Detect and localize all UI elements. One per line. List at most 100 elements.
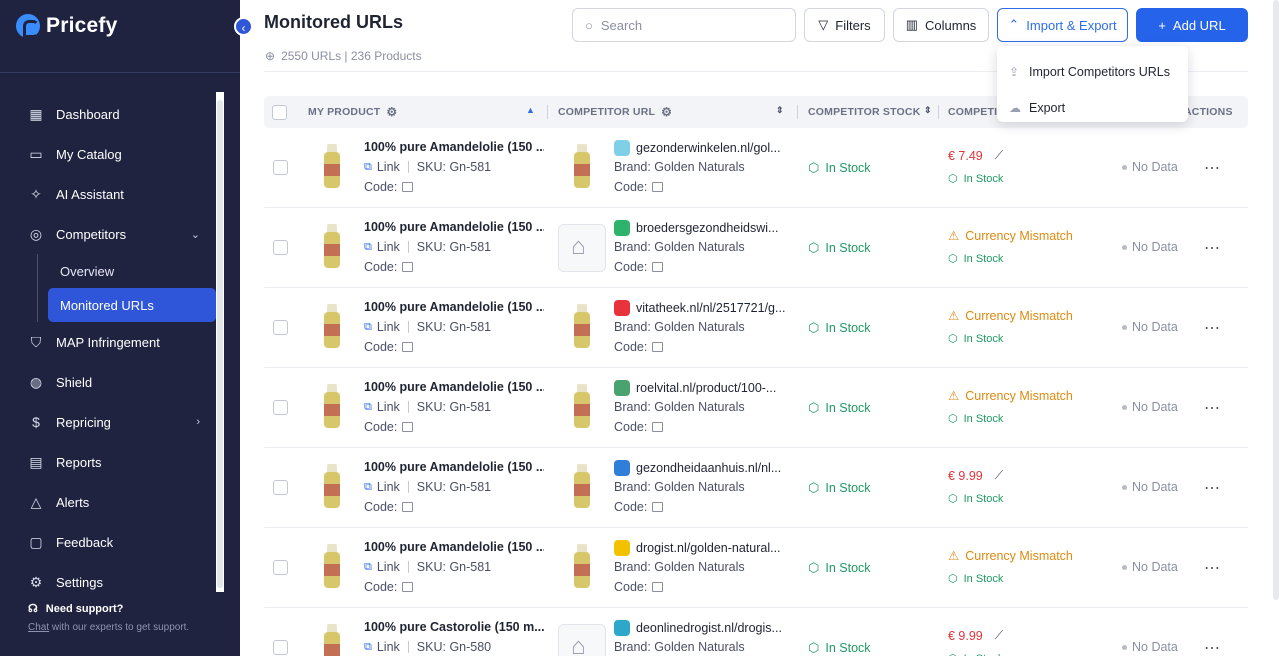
product-name[interactable]: 100% pure Amandelolie (150 ... — [364, 300, 544, 314]
sidebar-item-repricing[interactable]: $ Repricing › — [20, 402, 216, 442]
product-name[interactable]: 100% pure Amandelolie (150 ... — [364, 460, 544, 474]
product-name[interactable]: 100% pure Amandelolie (150 ... — [364, 220, 544, 234]
row-actions-menu-icon[interactable]: ⋯ — [1204, 238, 1221, 258]
competitor-url-text[interactable]: broedersgezondheidswi... — [636, 221, 778, 235]
external-link-icon[interactable]: ⧉ — [364, 481, 372, 494]
row-checkbox[interactable] — [273, 640, 288, 655]
menu-item-export[interactable]: ☁ Export — [997, 90, 1188, 126]
product-code: Code: — [364, 340, 414, 354]
row-checkbox[interactable] — [273, 320, 288, 335]
row-checkbox[interactable] — [273, 240, 288, 255]
sort-icon[interactable]: ⇕ — [776, 105, 784, 116]
external-link-icon[interactable]: ⧉ — [364, 641, 372, 654]
row-actions-menu-icon[interactable]: ⋯ — [1204, 638, 1221, 656]
settings-icon[interactable]: ⚙ — [386, 105, 397, 119]
competitor-url-text[interactable]: vitatheek.nl/nl/2517721/g... — [636, 301, 785, 315]
sidebar-scrollbar-thumb[interactable] — [217, 100, 223, 588]
row-actions-menu-icon[interactable]: ⋯ — [1204, 318, 1221, 338]
external-link-icon[interactable]: ⧉ — [364, 401, 372, 414]
menu-item-import-competitors-urls[interactable]: ⇪ Import Competitors URLs — [997, 54, 1188, 90]
competitor-url[interactable]: gezonderwinkelen.nl/gol... — [614, 140, 781, 156]
product-name[interactable]: 100% pure Amandelolie (150 ... — [364, 140, 544, 154]
sparkle-icon: ✧ — [30, 186, 42, 202]
external-link-icon[interactable]: ⧉ — [364, 161, 372, 174]
row-checkbox[interactable] — [273, 160, 288, 175]
product-name[interactable]: 100% pure Amandelolie (150 ... — [364, 380, 544, 394]
th-competitor-stock[interactable]: COMPETITOR STOCK — [808, 96, 921, 128]
sort-icon[interactable]: ⇕ — [924, 105, 932, 116]
sidebar-item-feedback[interactable]: ▢ Feedback — [20, 522, 216, 562]
sidebar-subitem-monitored-urls[interactable]: Monitored URLs — [48, 288, 216, 322]
box-icon: ⬡ — [948, 652, 958, 656]
select-all-checkbox[interactable] — [272, 104, 287, 120]
chat-link[interactable]: Chat — [28, 622, 49, 633]
bottle-cap — [327, 224, 337, 232]
product-name[interactable]: 100% pure Castorolie (150 m... — [364, 620, 544, 634]
product-link[interactable]: Link — [377, 480, 400, 494]
sidebar-item-shield[interactable]: ◍ Shield — [20, 362, 216, 402]
settings-icon[interactable]: ⚙ — [661, 105, 672, 119]
competitor-url[interactable]: vitatheek.nl/nl/2517721/g... — [614, 300, 785, 316]
product-link[interactable]: Link — [377, 160, 400, 174]
sidebar-item-alerts[interactable]: △ Alerts — [20, 482, 216, 522]
competitor-url[interactable]: roelvital.nl/product/100-... — [614, 380, 776, 396]
collapse-sidebar-button[interactable]: ‹ — [234, 17, 253, 36]
price-history-icon[interactable]: ⟋ — [995, 148, 1003, 163]
status-dot — [1122, 164, 1127, 170]
search-input[interactable] — [600, 17, 771, 33]
price-history-icon[interactable]: ⟋ — [995, 468, 1003, 483]
sidebar-item-ai-assistant[interactable]: ✧ AI Assistant — [20, 174, 216, 214]
sidebar-subitem-overview[interactable]: Overview — [48, 254, 216, 288]
th-competitor-price[interactable]: COMPETIT — [948, 96, 1004, 128]
product-link[interactable]: Link — [377, 640, 400, 654]
competitor-url[interactable]: drogist.nl/golden-natural... — [614, 540, 781, 556]
sidebar-item-reports[interactable]: ▤ Reports — [20, 442, 216, 482]
product-link[interactable]: Link — [377, 240, 400, 254]
no-data-status: No Data — [1122, 480, 1178, 494]
no-data-status: No Data — [1122, 320, 1178, 334]
filters-button[interactable]: ▽ Filters — [804, 8, 885, 42]
sidebar-item-dashboard[interactable]: ▦ Dashboard — [20, 94, 216, 134]
competitor-url-text[interactable]: gezondheidaanhuis.nl/nl... — [636, 461, 781, 475]
logo[interactable]: Pricefy — [16, 14, 117, 38]
external-link-icon[interactable]: ⧉ — [364, 321, 372, 334]
price-history-icon[interactable]: ⟋ — [995, 628, 1003, 643]
price-stock-text: In Stock — [963, 492, 1004, 505]
sidebar-item-my-catalog[interactable]: ▭ My Catalog — [20, 134, 216, 174]
product-code: Code: — [364, 420, 414, 434]
th-my-product[interactable]: MY PRODUCT ⚙ — [308, 96, 397, 128]
search-box[interactable]: ○ — [572, 8, 796, 42]
product-image — [320, 544, 344, 590]
page-scrollbar-thumb[interactable] — [1273, 0, 1279, 600]
external-link-icon[interactable]: ⧉ — [364, 561, 372, 574]
row-checkbox[interactable] — [273, 560, 288, 575]
sidebar-item-label: Reports — [56, 454, 102, 470]
competitor-url-text[interactable]: deonlinedrogist.nl/drogis... — [636, 621, 782, 635]
th-competitor-url[interactable]: COMPETITOR URL ⚙ — [558, 96, 672, 128]
columns-button[interactable]: ▥ Columns — [893, 8, 989, 42]
competitor-url[interactable]: gezondheidaanhuis.nl/nl... — [614, 460, 781, 476]
product-name[interactable]: 100% pure Amandelolie (150 ... — [364, 540, 544, 554]
competitor-url-text[interactable]: roelvital.nl/product/100-... — [636, 381, 776, 395]
row-actions-menu-icon[interactable]: ⋯ — [1204, 478, 1221, 498]
import-export-button[interactable]: ⌃ Import & Export — [997, 8, 1128, 42]
support-text-row: Chat with our experts to get support. — [28, 622, 189, 633]
row-checkbox[interactable] — [273, 480, 288, 495]
competitor-url[interactable]: broedersgezondheidswi... — [614, 220, 778, 236]
competitor-url-text[interactable]: drogist.nl/golden-natural... — [636, 541, 781, 555]
sidebar-item-settings[interactable]: ⚙ Settings — [20, 562, 216, 602]
row-actions-menu-icon[interactable]: ⋯ — [1204, 558, 1221, 578]
sidebar-item-competitors[interactable]: ◎ Competitors ⌄ — [20, 214, 216, 254]
row-actions-menu-icon[interactable]: ⋯ — [1204, 398, 1221, 418]
sort-asc-icon[interactable]: ▲ — [526, 105, 535, 115]
product-link[interactable]: Link — [377, 560, 400, 574]
competitor-url-text[interactable]: gezonderwinkelen.nl/gol... — [636, 141, 781, 155]
row-checkbox[interactable] — [273, 400, 288, 415]
external-link-icon[interactable]: ⧉ — [364, 241, 372, 254]
sidebar-item-map-infringement[interactable]: ⛉ MAP Infringement — [20, 322, 216, 362]
add-url-button[interactable]: + Add URL — [1136, 8, 1248, 42]
competitor-url[interactable]: deonlinedrogist.nl/drogis... — [614, 620, 782, 636]
product-link[interactable]: Link — [377, 320, 400, 334]
product-link[interactable]: Link — [377, 400, 400, 414]
row-actions-menu-icon[interactable]: ⋯ — [1204, 158, 1221, 178]
